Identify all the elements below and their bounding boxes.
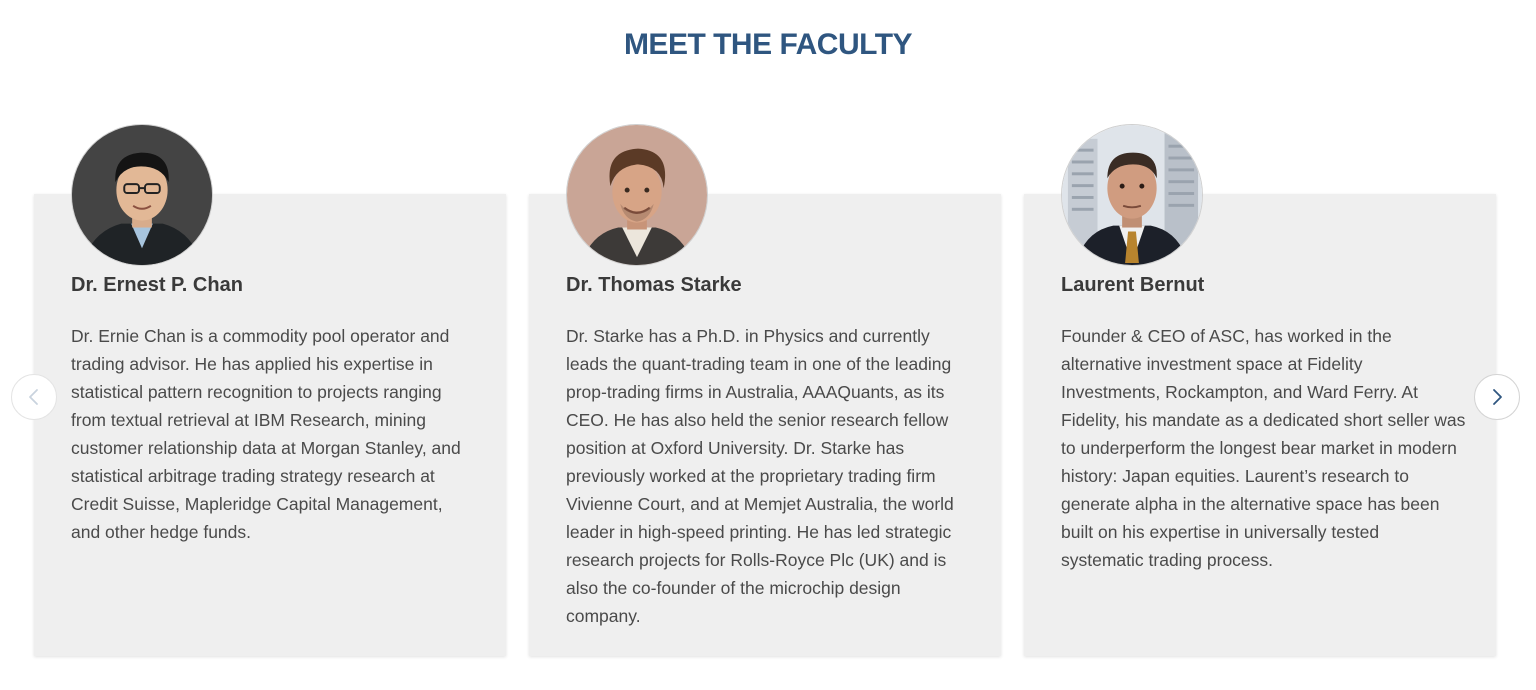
- faculty-bio: Founder & CEO of ASC, has worked in the …: [1061, 326, 1466, 570]
- faculty-card-chan: Dr. Ernest P. Chan Dr. Ernie Chan is a c…: [34, 124, 506, 656]
- carousel-prev-button[interactable]: [11, 374, 57, 420]
- portrait-photo-icon: [1062, 125, 1202, 265]
- faculty-card-starke: Dr. Thomas Starke Dr. Starke has a Ph.D.…: [529, 124, 1001, 656]
- portrait-photo-icon: [567, 125, 707, 265]
- faculty-photo: [566, 124, 708, 266]
- faculty-photo: [71, 124, 213, 266]
- portrait-photo-icon: [72, 125, 212, 265]
- faculty-name: Laurent Bernut: [1061, 274, 1205, 296]
- faculty-name: Dr. Ernest P. Chan: [71, 274, 243, 296]
- faculty-card-bernut: Laurent Bernut Founder & CEO of ASC, has…: [1024, 124, 1496, 656]
- faculty-photo: [1061, 124, 1203, 266]
- faculty-name: Dr. Thomas Starke: [566, 274, 742, 296]
- carousel-next-button[interactable]: [1474, 374, 1520, 420]
- chevron-right-icon: [1493, 389, 1502, 405]
- faculty-bio: Dr. Starke has a Ph.D. in Physics and cu…: [566, 326, 954, 626]
- section-title: MEET THE FACULTY: [623, 28, 913, 61]
- chevron-left-icon: [29, 389, 38, 405]
- faculty-bio: Dr. Ernie Chan is a commodity pool opera…: [71, 326, 461, 542]
- faculty-section: MEET THE FACULTY Dr. Ernest P. Chan Dr. …: [0, 0, 1536, 690]
